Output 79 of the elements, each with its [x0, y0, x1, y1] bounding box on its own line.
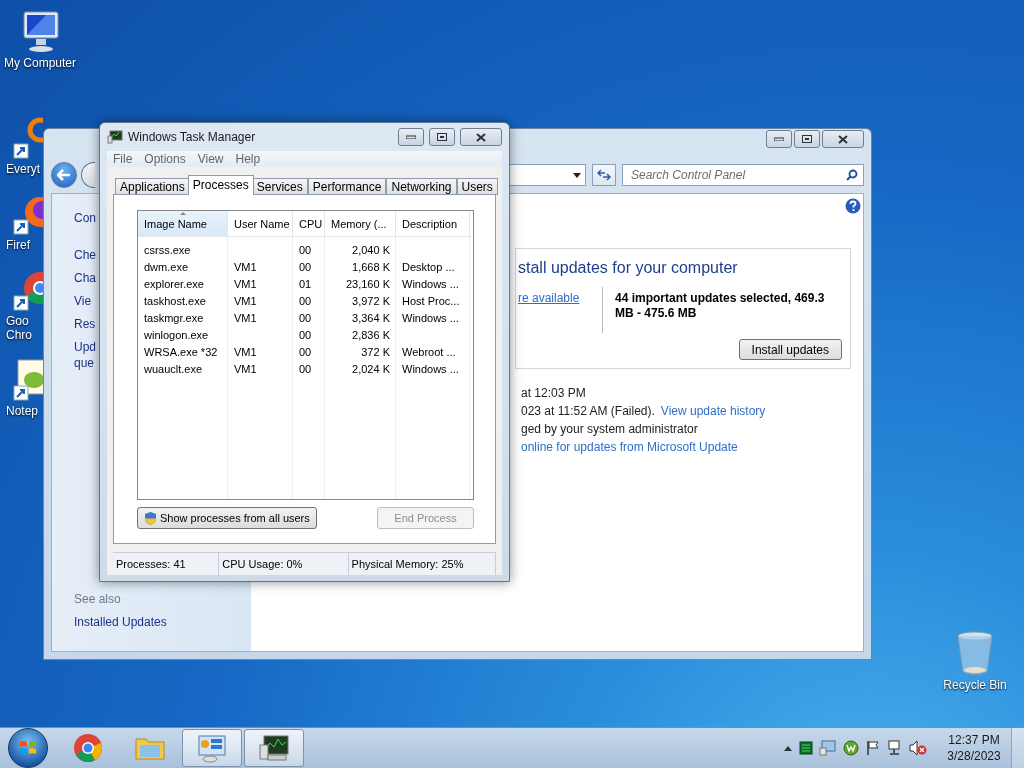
- status-link[interactable]: online for updates from Microsoft Update: [521, 439, 738, 455]
- table-cell-text: 2,040 K: [351, 243, 391, 256]
- column-header[interactable]: Image Name: [138, 211, 228, 236]
- see-also-label: See also: [74, 592, 121, 606]
- table-cell-text: 01: [298, 277, 313, 290]
- table-cell-text: Webroot ...: [401, 345, 457, 358]
- table-cell-text: taskmgr.exe: [143, 311, 205, 324]
- table-cell-text: 00: [298, 362, 313, 375]
- table-cell-text: Host Proc...: [401, 294, 461, 307]
- status-text: 023 at 11:52 AM (Failed).: [521, 403, 655, 419]
- table-cell-text: dwm.exe: [143, 260, 190, 273]
- table-cell-text: VM1: [233, 260, 258, 273]
- desktop-icon-label[interactable]: My Computer: [4, 56, 76, 70]
- table-cell-text: taskhost.exe: [143, 294, 207, 307]
- desktop-icon-label[interactable]: Notep: [6, 404, 39, 418]
- update-heading: stall updates for your computer: [518, 259, 739, 277]
- desktop-icon-label[interactable]: Goo: [6, 314, 29, 328]
- table-cell-text: explorer.exe: [143, 277, 205, 290]
- table-cell-text: 2,836 K: [351, 328, 391, 341]
- pane-link[interactable]: Vie: [74, 293, 92, 309]
- status-link[interactable]: View update history: [660, 403, 766, 419]
- tab[interactable]: Users: [456, 178, 498, 195]
- window-title: Windows Task Manager: [128, 130, 257, 145]
- clock[interactable]: 12:37 PM 3/28/2023: [941, 732, 1007, 764]
- table-cell-text: winlogon.exe: [143, 328, 210, 341]
- table-cell-text: Desktop ...: [401, 260, 456, 273]
- table-cell-text: VM1: [233, 345, 258, 358]
- clock-time: 12:37 PM: [948, 732, 1000, 748]
- install-updates-button[interactable]: Install updates: [738, 339, 842, 360]
- pane-link[interactable]: Che: [74, 247, 96, 263]
- table-cell-text: 3,972 K: [351, 294, 391, 307]
- tab[interactable]: Applications: [115, 178, 190, 195]
- tab[interactable]: Services: [251, 178, 308, 195]
- update-summary: 44 important updates selected, 469.3 MB - 475.6 MB: [615, 290, 826, 322]
- table-cell-text: 1,668 K: [351, 260, 391, 273]
- table-cell-text: 00: [298, 260, 313, 273]
- tab[interactable]: Performance: [307, 178, 387, 195]
- table-cell-text: csrss.exe: [143, 243, 192, 256]
- table-cell-text: 00: [298, 243, 313, 256]
- pane-link[interactable]: Upd que: [74, 339, 96, 371]
- table-cell-text: 00: [298, 328, 313, 341]
- table-cell-text: VM1: [233, 362, 258, 375]
- table-cell-text: VM1: [233, 311, 258, 324]
- status-text: at 12:03 PM: [521, 385, 586, 401]
- table-cell-text: 2,024 K: [351, 362, 391, 375]
- table-cell-text: 23,160 K: [344, 277, 391, 290]
- show-all-processes-button[interactable]: Show processes from all users: [137, 507, 317, 529]
- desktop-icon-label[interactable]: Firef: [6, 238, 30, 252]
- table-cell-text: wuauclt.exe: [143, 362, 204, 375]
- status-text: Physical Memory: 25%: [348, 553, 496, 575]
- table-cell-text: VM1: [233, 277, 258, 290]
- menu-item[interactable]: Help: [235, 152, 261, 167]
- tab[interactable]: Networking: [386, 178, 457, 195]
- table-cell-text: 372 K: [360, 345, 391, 358]
- pane-link[interactable]: Con: [74, 211, 96, 225]
- pane-link[interactable]: Cha: [74, 270, 96, 286]
- table-cell-text: Windows ...: [401, 311, 460, 324]
- clock-date: 3/28/2023: [947, 748, 1001, 764]
- status-text: ged by your system administrator: [521, 421, 698, 437]
- menu-item[interactable]: File: [113, 152, 133, 167]
- menu-item[interactable]: View: [197, 152, 224, 167]
- table-cell-text: WRSA.exe *32: [143, 345, 219, 358]
- pane-link[interactable]: Res: [74, 316, 96, 332]
- status-text: Processes: 41: [113, 553, 220, 575]
- table-cell-text: VM1: [233, 294, 258, 307]
- menu-item[interactable]: Options: [144, 152, 186, 167]
- updates-link[interactable]: re available: [518, 287, 602, 333]
- tab[interactable]: Processes: [187, 175, 254, 195]
- desktop-icon-label[interactable]: Chro: [6, 328, 32, 342]
- search-field[interactable]: Search Control Panel: [622, 164, 864, 186]
- table-cell-text: 00: [298, 311, 313, 324]
- table-cell-text: 00: [298, 345, 313, 358]
- table-cell-text: Windows ...: [401, 277, 460, 290]
- table-cell-text: Windows ...: [401, 362, 460, 375]
- desktop-icon-label[interactable]: Everyt: [6, 162, 40, 176]
- table-cell-text: 3,364 K: [351, 311, 391, 324]
- status-text: CPU Usage: 0%: [219, 553, 349, 575]
- table-cell-text: 00: [298, 294, 313, 307]
- installed-updates-link[interactable]: Installed Updates: [74, 615, 167, 629]
